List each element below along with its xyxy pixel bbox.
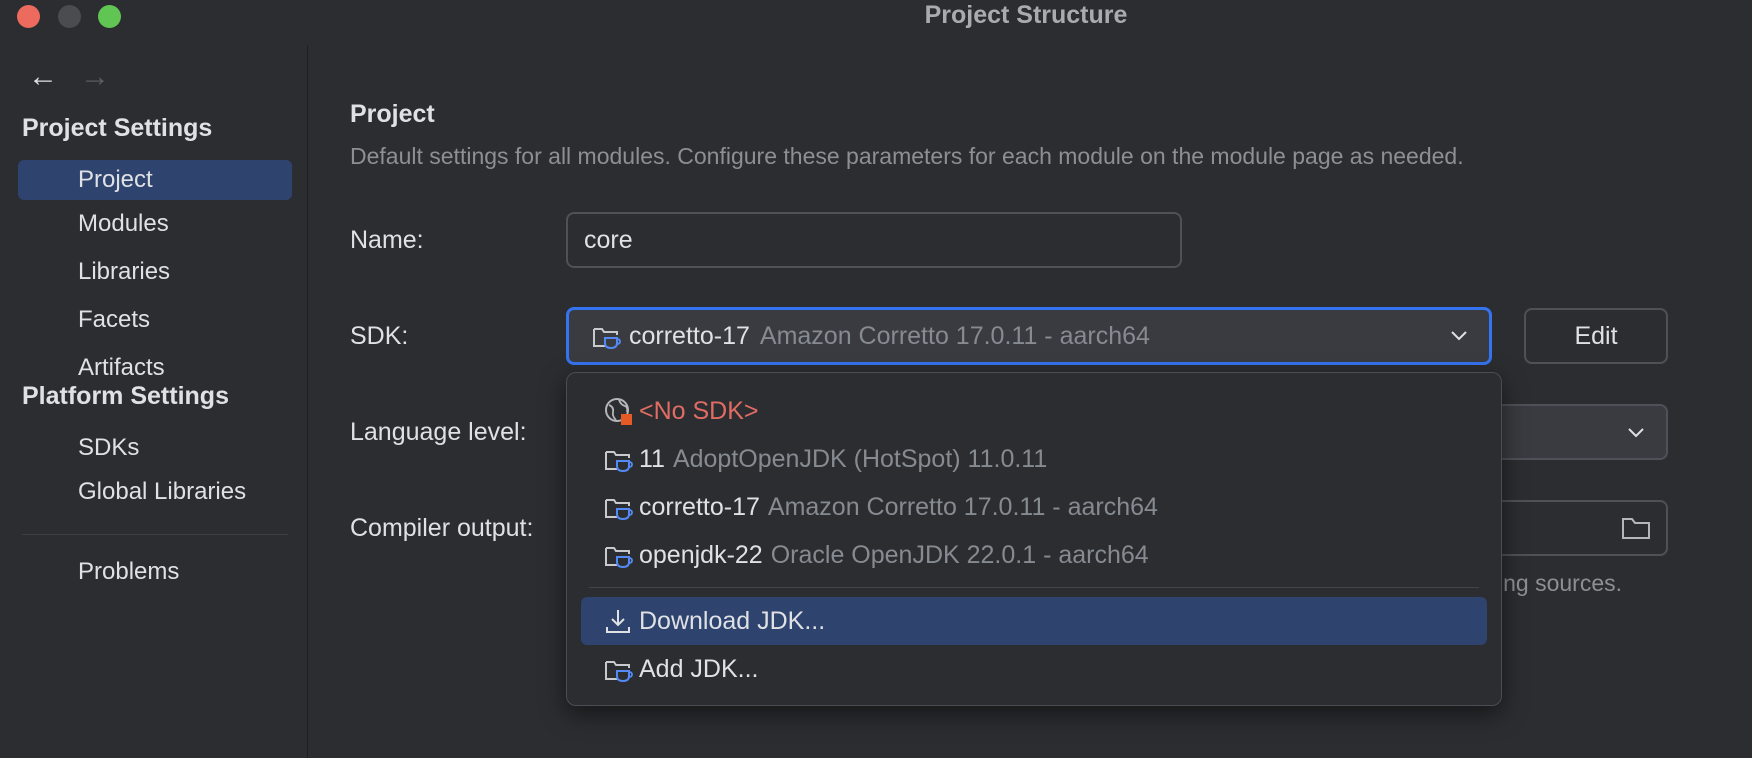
name-label: Name: (350, 226, 424, 254)
sidebar-item-sdks[interactable]: SDKs (18, 428, 292, 468)
sdk-option-description: AdoptOpenJDK (HotSpot) 11.0.11 (672, 444, 1048, 473)
jdk-folder-icon (605, 451, 633, 473)
sidebar-item-problems[interactable]: Problems (18, 552, 292, 592)
compiler-output-field[interactable] (1490, 500, 1668, 556)
title-bar: Project Structure (0, 0, 1752, 40)
dropdown-item-sdk-corretto-17[interactable]: corretto-17 Amazon Corretto 17.0.11 - aa… (581, 483, 1487, 531)
folder-icon[interactable] (1620, 514, 1652, 542)
sidebar: ← → Project Settings Project Modules Lib… (0, 45, 308, 758)
sdk-option-name: 11 (639, 444, 665, 473)
page-description: Default settings for all modules. Config… (350, 143, 1464, 169)
back-arrow-icon[interactable]: ← (28, 62, 58, 92)
jdk-folder-icon (605, 547, 633, 569)
sidebar-divider (22, 534, 288, 535)
dropdown-item-sdk-11[interactable]: 11 AdoptOpenJDK (HotSpot) 11.0.11 (581, 435, 1487, 483)
download-icon (606, 610, 630, 633)
sidebar-item-modules[interactable]: Modules (18, 204, 292, 244)
jdk-folder-icon (593, 328, 621, 350)
sdk-option-name: corretto-17 (639, 492, 760, 521)
download-jdk-label: Download JDK... (639, 606, 826, 635)
dropdown-divider (589, 587, 1479, 588)
window-title: Project Structure (924, 1, 1128, 29)
sdk-option-description: Oracle OpenJDK 22.0.1 - aarch64 (770, 540, 1149, 569)
project-structure-window: Project Structure ← → Project Settings P… (0, 0, 1752, 758)
globe-error-icon (605, 398, 632, 425)
dropdown-item-add-jdk[interactable]: Add JDK... (581, 645, 1487, 693)
sdk-selected-name: corretto-17 (629, 321, 750, 350)
sidebar-item-global-libraries[interactable]: Global Libraries (18, 472, 292, 512)
sdk-dropdown-popup: <No SDK> 11 AdoptOpenJDK (HotSpot) 11.0.… (566, 372, 1502, 706)
compiler-output-hint: ing sources. (1498, 570, 1623, 596)
project-settings-heading: Project Settings (22, 114, 213, 142)
name-field[interactable] (566, 212, 1182, 268)
add-jdk-label: Add JDK... (639, 654, 759, 683)
sidebar-item-facets[interactable]: Facets (18, 300, 292, 340)
sidebar-item-libraries[interactable]: Libraries (18, 252, 292, 292)
no-sdk-label: <No SDK> (639, 396, 759, 425)
dropdown-item-sdk-openjdk-22[interactable]: openjdk-22 Oracle OpenJDK 22.0.1 - aarch… (581, 531, 1487, 579)
language-level-combobox[interactable] (1490, 404, 1668, 460)
chevron-down-icon (1628, 428, 1644, 438)
sdk-option-name: openjdk-22 (639, 540, 763, 569)
jdk-folder-icon (605, 499, 633, 521)
jdk-folder-icon (605, 661, 633, 683)
edit-sdk-button[interactable]: Edit (1524, 308, 1668, 364)
sdk-label: SDK: (350, 322, 409, 350)
page-title: Project (350, 100, 435, 128)
forward-arrow-icon[interactable]: → (80, 62, 110, 92)
sdk-selected-description: Amazon Corretto 17.0.11 - aarch64 (759, 321, 1150, 350)
sdk-combobox[interactable]: corretto-17 Amazon Corretto 17.0.11 - aa… (566, 307, 1492, 365)
dropdown-item-no-sdk[interactable]: <No SDK> (581, 387, 1487, 435)
language-level-label: Language level: (350, 418, 527, 446)
chevron-down-icon (1451, 331, 1467, 341)
platform-settings-heading: Platform Settings (22, 382, 229, 410)
dropdown-item-download-jdk[interactable]: Download JDK... (581, 597, 1487, 645)
compiler-output-label: Compiler output: (350, 514, 534, 542)
sidebar-item-project[interactable]: Project (18, 160, 292, 200)
sdk-option-description: Amazon Corretto 17.0.11 - aarch64 (767, 492, 1158, 521)
